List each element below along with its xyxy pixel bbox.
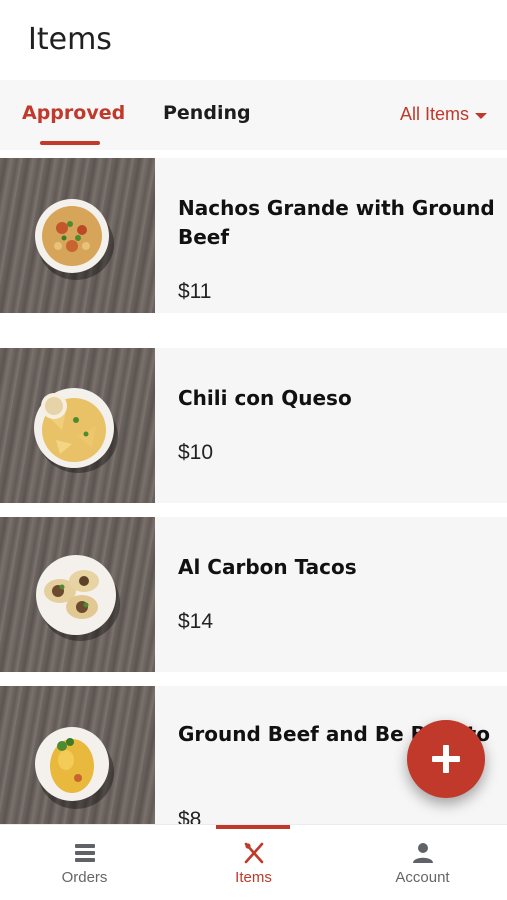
item-image-chili-con-queso: [0, 348, 155, 503]
item-name: Al Carbon Tacos: [178, 555, 357, 579]
item-image-nachos: [0, 158, 155, 313]
item-name: Chili con Queso: [178, 386, 352, 410]
tab-bar: Approved Pending All Items: [0, 80, 507, 150]
filter-label: All Items: [399, 104, 469, 124]
item-image-tacos: [0, 517, 155, 672]
nav-orders[interactable]: Orders: [0, 825, 169, 900]
item-card[interactable]: Al Carbon Tacos $14: [0, 517, 507, 672]
utensils-icon: [244, 842, 264, 864]
app-header: Items: [0, 0, 507, 80]
nav-label-items: Items: [235, 869, 272, 886]
item-image-burrito: [0, 686, 155, 841]
tab-approved[interactable]: Approved: [22, 102, 125, 124]
person-icon: [413, 843, 433, 863]
item-price: $11: [178, 280, 212, 303]
item-name: Nachos Grande with Ground Beef: [178, 196, 495, 249]
tab-pending[interactable]: Pending: [163, 102, 251, 124]
add-item-button[interactable]: [407, 720, 485, 798]
bottom-navigation: Orders Items Account: [0, 824, 507, 900]
nav-label-orders: Orders: [61, 869, 108, 886]
nav-label-account: Account: [395, 869, 450, 886]
nav-items[interactable]: Items: [169, 825, 338, 900]
item-price: $14: [178, 610, 214, 633]
item-card[interactable]: Nachos Grande with Ground Beef $11: [0, 158, 507, 313]
page-title: Items: [28, 22, 112, 57]
active-tab-indicator: [40, 141, 100, 145]
caret-down-icon: [475, 112, 487, 119]
filter-dropdown[interactable]: All Items: [400, 104, 487, 125]
item-card[interactable]: Chili con Queso $10: [0, 348, 507, 503]
list-icon: [75, 844, 95, 862]
item-price: $10: [178, 441, 214, 464]
nav-account[interactable]: Account: [338, 825, 507, 900]
